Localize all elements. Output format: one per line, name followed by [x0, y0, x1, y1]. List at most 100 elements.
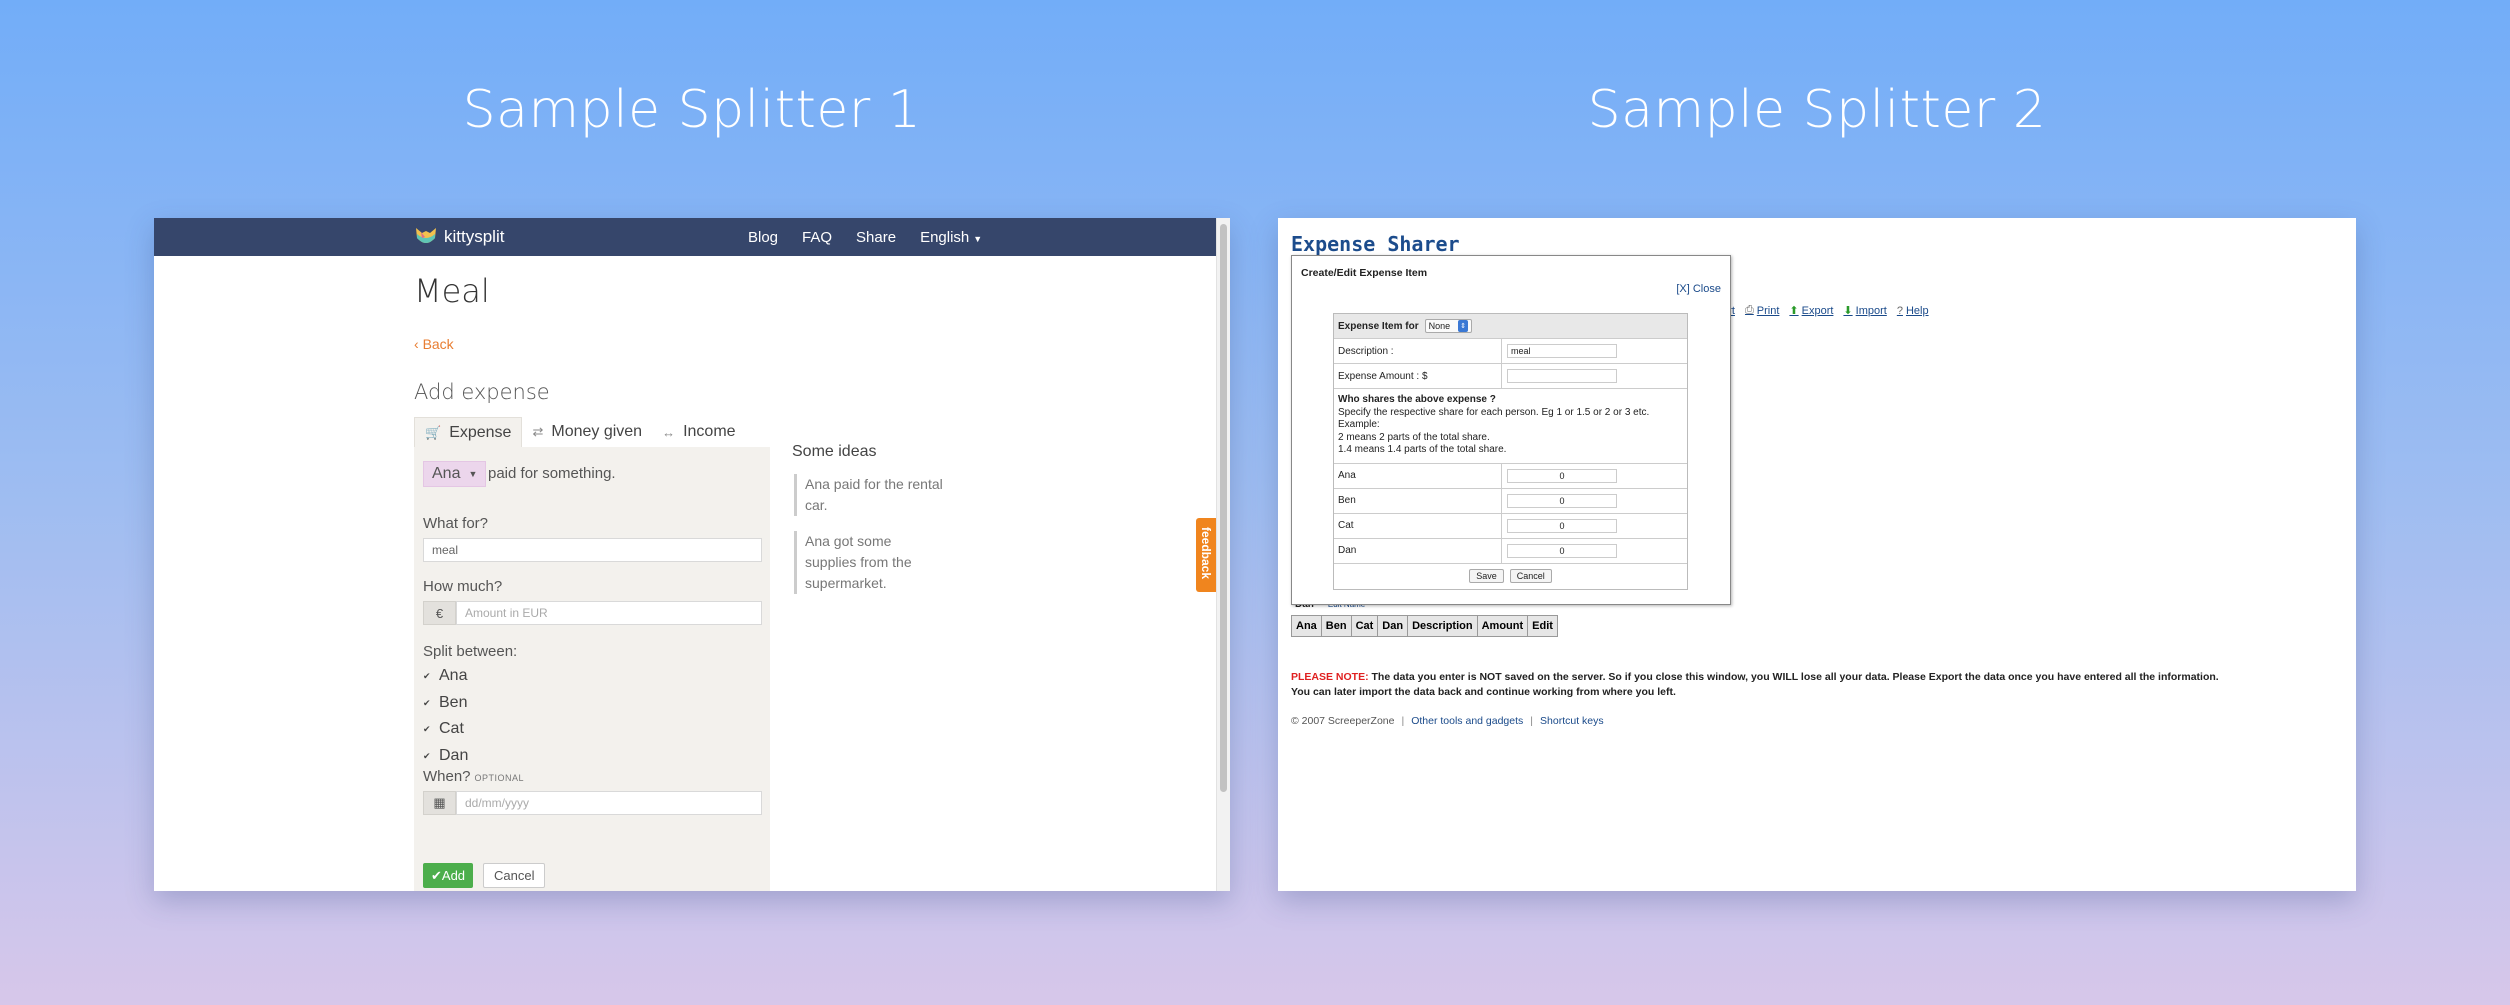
column-cat: Cat: [1351, 616, 1379, 636]
select-arrows-icon: ⇕: [1458, 320, 1469, 332]
checkbox-ben[interactable]: ✔ Ben: [423, 694, 467, 712]
caret-down-icon: ▼: [468, 469, 478, 479]
what-for-input[interactable]: meal: [423, 538, 762, 562]
print-label: Print: [1756, 304, 1780, 317]
tab-label: Expense: [449, 423, 512, 441]
share-line-1: Specify the respective share for each pe…: [1338, 406, 1650, 418]
add-label: Add: [441, 868, 466, 883]
person-name: Dan: [1334, 538, 1502, 563]
scrollbar[interactable]: [1216, 218, 1230, 891]
description-label: Description :: [1334, 339, 1502, 363]
cancel-button[interactable]: Cancel: [1509, 569, 1552, 583]
cart-icon: 🛒: [425, 424, 442, 440]
idea-supermarket[interactable]: Ana got some supplies from the supermark…: [794, 531, 944, 594]
tab-expense[interactable]: 🛒 Expense: [414, 417, 523, 447]
expense-type-tabs: 🛒 Expense ⇄ Money given ↔ Income: [414, 417, 746, 447]
optional-tag: OPTIONAL: [474, 773, 525, 783]
nav-share[interactable]: Share: [856, 229, 896, 246]
nav-faq[interactable]: FAQ: [802, 229, 832, 246]
print-button[interactable]: ⎙ Print: [1745, 304, 1779, 317]
check-icon: ✔: [423, 670, 431, 681]
back-link[interactable]: ‹ Back: [414, 336, 454, 352]
person-name: Ben: [1334, 488, 1502, 513]
description-input[interactable]: meal: [1507, 344, 1617, 358]
feedback-tab[interactable]: feedback: [1196, 518, 1216, 592]
share-input-cat[interactable]: 0: [1507, 518, 1617, 533]
calendar-icon: ▦: [423, 791, 456, 815]
checkbox-ana[interactable]: ✔ Ana: [423, 667, 467, 685]
column-ana: Ana: [1292, 616, 1322, 636]
cancel-button[interactable]: Cancel: [483, 863, 546, 888]
heading-splitter-1: Sample Splitter 1: [462, 80, 922, 140]
share-line-3: 2 means 2 parts of the total share.: [1338, 431, 1490, 443]
help-label: Help: [1905, 304, 1929, 317]
check-icon: ✔: [431, 867, 442, 883]
data-warning: PLEASE NOTE: The data you enter is NOT s…: [1291, 670, 2331, 700]
payer-dropdown[interactable]: Ana ▼: [423, 461, 487, 487]
column-edit: Edit: [1528, 616, 1557, 636]
note-text-2: You can later import the data back and c…: [1291, 686, 1676, 698]
separator: |: [1401, 715, 1405, 727]
brand-name: kittysplit: [444, 227, 505, 246]
export-button[interactable]: ⬆ Export: [1789, 304, 1834, 318]
share-input-ben[interactable]: 0: [1507, 493, 1617, 508]
app-title: Expense Sharer: [1291, 232, 1460, 256]
edit-expense-dialog: Create/Edit Expense Item [X] Close Expen…: [1291, 255, 1731, 605]
share-line-2: Example:: [1338, 419, 1380, 430]
expense-form: Ana ▼ paid for something. What for? meal …: [414, 447, 770, 891]
other-tools-link[interactable]: Other tools and gadgets: [1411, 715, 1523, 727]
item-for-text: Expense Item for: [1338, 320, 1419, 332]
language-dropdown[interactable]: English ▼: [920, 229, 982, 246]
idea-rental-car[interactable]: Ana paid for the rental car.: [794, 474, 944, 516]
tab-money-given[interactable]: ⇄ Money given: [522, 417, 652, 447]
person-name: Cat: [439, 720, 464, 737]
person-name: Ana: [439, 667, 468, 684]
feedback-label: feedback: [1199, 526, 1213, 580]
person-name: Cat: [1334, 513, 1502, 538]
tab-income[interactable]: ↔ Income: [652, 417, 745, 447]
ideas-title: Some ideas: [792, 443, 877, 460]
share-input-ana[interactable]: 0: [1507, 468, 1617, 483]
import-button[interactable]: ⬇ Import: [1843, 304, 1886, 318]
check-icon: ✔: [423, 750, 431, 761]
save-button[interactable]: Save: [1469, 569, 1504, 583]
close-button[interactable]: [X] Close: [1676, 283, 1721, 295]
how-much-label: How much?: [423, 578, 503, 595]
person-name: Dan: [439, 747, 469, 764]
share-input-dan[interactable]: 0: [1507, 543, 1617, 558]
add-button[interactable]: ✔ Add: [423, 863, 474, 888]
column-amount: Amount: [1477, 616, 1529, 636]
checkbox-cat[interactable]: ✔ Cat: [423, 720, 464, 738]
date-input[interactable]: dd/mm/yyyy: [456, 791, 762, 815]
item-for-label: Expense Item for None ⇕: [1334, 314, 1476, 338]
export-label: Export: [1801, 304, 1834, 317]
separator: |: [1530, 715, 1534, 727]
person-name: Ana: [1334, 463, 1502, 488]
what-for-label: What for?: [423, 515, 489, 532]
language-label: English: [920, 228, 970, 246]
item-for-select[interactable]: None ⇕: [1424, 319, 1473, 333]
help-button[interactable]: ? Help: [1897, 304, 1929, 317]
tab-label: Money given: [551, 423, 643, 440]
amount-row: Expense Amount : $: [1334, 364, 1687, 389]
checkbox-dan[interactable]: ✔ Dan: [423, 747, 468, 765]
shortcut-keys-link[interactable]: Shortcut keys: [1540, 715, 1604, 727]
share-instructions: Who shares the above expense ? Specify t…: [1334, 389, 1687, 464]
note-text: The data you enter is NOT saved on the s…: [1371, 671, 2219, 683]
payer-name: Ana: [432, 465, 461, 482]
euro-icon: €: [423, 601, 456, 625]
share-row-ana: Ana 0: [1334, 463, 1687, 489]
amount-input[interactable]: Amount in EUR: [456, 601, 762, 625]
brand-logo[interactable]: kittysplit: [414, 225, 504, 249]
arrows-icon: ↔: [662, 424, 676, 440]
toolbar: port ⎙Print ⬆Export ⬇Import ?Help: [1716, 304, 1939, 317]
section-title: Add expense: [414, 380, 550, 404]
amount-input[interactable]: [1507, 369, 1617, 383]
chevron-left-icon: ‹: [414, 336, 423, 352]
kittysplit-screenshot: kittysplit Blog FAQ Share English ▼ Meal …: [154, 218, 1230, 891]
share-row-cat: Cat 0: [1334, 513, 1687, 539]
cat-logo-icon: [414, 226, 438, 248]
nav-blog[interactable]: Blog: [748, 229, 778, 246]
scrollbar-thumb[interactable]: [1220, 224, 1227, 792]
heading-splitter-2: Sample Splitter 2: [1587, 80, 2047, 140]
